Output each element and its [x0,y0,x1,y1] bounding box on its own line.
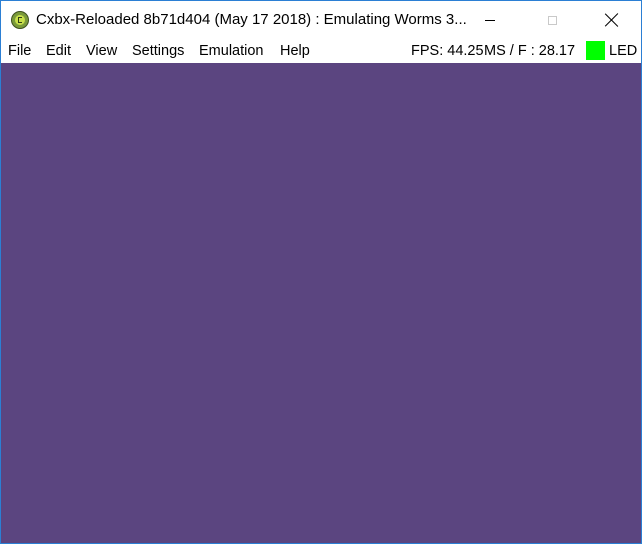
cxbx-logo-icon[interactable] [11,11,29,29]
menu-settings[interactable]: Settings [132,42,184,60]
title-bar[interactable]: Cxbx-Reloaded 8b71d404 (May 17 2018) : E… [1,1,641,39]
close-icon [605,13,619,27]
close-button[interactable] [589,1,635,39]
led-label: LED [609,43,638,59]
minimize-button[interactable] [467,1,513,39]
minimize-icon [485,19,495,21]
window-title: Cxbx-Reloaded 8b71d404 (May 17 2018) : E… [36,11,466,28]
menu-view[interactable]: View [86,42,117,60]
menu-edit[interactable]: Edit [46,42,71,60]
menu-file[interactable]: File [8,42,31,60]
maximize-button [529,1,575,39]
menu-help[interactable]: Help [280,42,310,60]
menu-bar: File Edit View Settings Emulation Help F… [1,39,641,63]
app-window: Cxbx-Reloaded 8b71d404 (May 17 2018) : E… [0,0,642,544]
fps-readout: FPS: 44.25 [411,43,484,59]
emulation-render-area[interactable] [1,63,641,543]
maximize-icon [547,15,557,25]
led-indicator [586,41,605,60]
menu-emulation[interactable]: Emulation [199,42,263,60]
ms-per-frame-readout: MS / F : 28.17 [484,43,576,59]
